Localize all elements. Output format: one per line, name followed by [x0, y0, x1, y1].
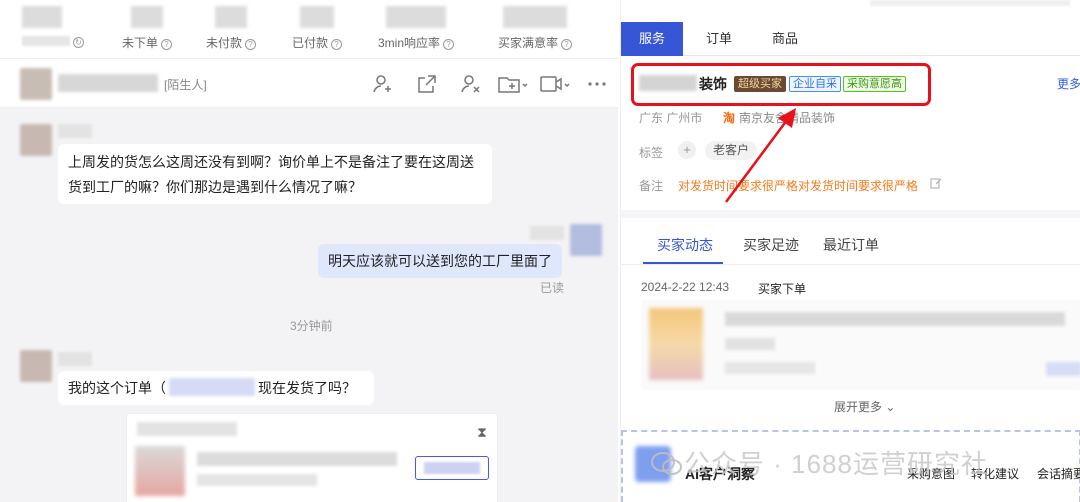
order-title	[137, 422, 237, 436]
activity-card[interactable]	[641, 300, 1080, 390]
ai-chip-session-summary[interactable]: 会话摘要	[1037, 465, 1080, 482]
time-divider: 3分钟前	[290, 319, 333, 333]
seller-name	[530, 226, 564, 240]
service-tabs: 服务 订单 商品	[621, 22, 1080, 56]
stat-item[interactable]: 买家满意率?	[488, 0, 582, 51]
order-action-button[interactable]	[415, 456, 489, 480]
stats-bar: ↻ 未下单? 未付款? 已付款? 3min响应率? 买家满意率?	[0, 0, 620, 58]
add-contact-icon[interactable]	[370, 72, 396, 96]
message-text: 货到工厂的嘛？你们那边是遇到什么情况了嘛？	[68, 179, 362, 195]
tags-label: 标签	[639, 146, 664, 160]
video-call-icon[interactable]	[538, 72, 572, 96]
edit-note-icon[interactable]	[930, 177, 942, 192]
read-status: 已读	[540, 281, 565, 295]
message-bubble[interactable]: 我的这个订单（ 现在发货了吗？	[58, 371, 374, 405]
message-text: 我的这个订单（	[68, 380, 166, 396]
help-icon[interactable]: ?	[245, 39, 256, 50]
buyer-avatar[interactable]	[20, 124, 52, 156]
product-title	[197, 452, 397, 466]
stat-item[interactable]: 3min响应率?	[370, 0, 462, 51]
avatar[interactable]	[20, 68, 52, 100]
tab-service[interactable]: 服务	[621, 22, 683, 56]
chat-header: [陌生人]	[0, 58, 618, 108]
note-label: 备注	[639, 179, 664, 193]
product-thumbnail[interactable]	[135, 446, 185, 496]
tab-products[interactable]: 商品	[761, 22, 809, 56]
stat-item[interactable]: 未付款?	[196, 0, 266, 51]
message-text: 明天应该就可以送到您的工厂里面了	[328, 253, 552, 269]
stat-item[interactable]: 未下单?	[112, 0, 182, 51]
customer-info-panel: 服务 订单 商品 装饰 超级买家 企业自采 采购意愿高 更多 广东 广州市 淘南…	[620, 0, 1080, 502]
expand-more-button[interactable]: 展开更多 ⌄	[834, 398, 895, 415]
activity-time: 2024-2-22 12:43	[641, 280, 730, 294]
buyer-name	[58, 124, 92, 138]
tab-orders[interactable]: 订单	[695, 22, 743, 56]
buyer-name	[58, 352, 92, 366]
refresh-icon[interactable]: ↻	[73, 37, 84, 48]
tag-chip[interactable]: 老客户	[705, 141, 758, 160]
buyer-profile: 装饰 超级买家 企业自采 采购意愿高 更多 广东 广州市 淘南京友舍精品装饰 标…	[621, 57, 1080, 207]
ai-icon	[635, 446, 671, 482]
ai-insight-section: AI客户洞察 采购意图 转化建议 会话摘要	[621, 430, 1080, 502]
contact-relation-tag: [陌生人]	[164, 78, 207, 92]
order-card[interactable]: ⧗	[126, 413, 498, 502]
stat-label: 3min响应率	[377, 36, 440, 50]
activity-event: 买家下单	[758, 282, 807, 296]
message-text: 现在发货了吗？	[258, 380, 356, 396]
stat-label: 买家满意率	[497, 36, 558, 50]
transfer-contact-icon[interactable]	[458, 72, 484, 96]
product-thumbnail	[649, 308, 703, 380]
chat-panel: [陌生人] 上周发的货怎么这周还没有到啊？询价单上不是备注了要在这周送 货到工厂…	[0, 58, 618, 502]
expand-label: 展开更多	[834, 400, 883, 414]
more-options-icon[interactable]	[584, 72, 610, 96]
shop-name: 南京友舍精品装饰	[739, 111, 836, 125]
stat-label: 未下单	[121, 36, 158, 50]
ai-chip-conversion-advice[interactable]: 转化建议	[971, 465, 1019, 482]
help-icon[interactable]: ?	[331, 39, 342, 50]
message-text: 上周发的货怎么这周还没有到啊？询价单上不是备注了要在这周送	[68, 154, 474, 170]
message-bubble[interactable]: 上周发的货怎么这周还没有到啊？询价单上不是备注了要在这周送 货到工厂的嘛？你们那…	[58, 144, 492, 204]
chevron-down-icon: ⌄	[885, 400, 896, 414]
section-divider	[621, 210, 1080, 218]
stat-label: 已付款	[291, 36, 328, 50]
contact-name	[58, 74, 158, 92]
seller-avatar[interactable]	[570, 224, 602, 256]
share-icon[interactable]	[414, 72, 440, 96]
stat-label: 未付款	[205, 36, 242, 50]
stat-item[interactable]: 已付款?	[282, 0, 352, 51]
active-tab-indicator	[643, 262, 723, 264]
tab-buyer-activity[interactable]: 买家动态	[657, 235, 713, 255]
order-number[interactable]	[169, 378, 255, 396]
hourglass-icon: ⧗	[477, 424, 487, 440]
more-link[interactable]: 更多	[1057, 75, 1080, 92]
highlight-box	[631, 63, 931, 106]
activity-tabs: 买家动态 买家足迹 最近订单	[621, 225, 1080, 265]
top-toolbar-blurred	[870, 0, 1070, 6]
help-icon[interactable]: ?	[561, 39, 572, 50]
buyer-location: 广东 广州市	[639, 111, 703, 125]
stat-item[interactable]: ↻	[22, 0, 84, 48]
help-icon[interactable]: ?	[161, 39, 172, 50]
taobao-icon: 淘	[723, 111, 736, 125]
message-bubble[interactable]: 明天应该就可以送到您的工厂里面了	[318, 244, 562, 278]
ai-insight-title: AI客户洞察	[685, 466, 755, 482]
ai-chip-purchase-intent[interactable]: 采购意图	[907, 465, 955, 482]
note-text: 对发货时间要求很严格对发货时间要求很严格	[678, 179, 919, 193]
buyer-shop[interactable]: 淘南京友舍精品装饰	[723, 109, 835, 126]
product-spec	[197, 474, 317, 486]
add-tag-button[interactable]: +	[678, 141, 696, 159]
buyer-avatar[interactable]	[20, 350, 52, 382]
tab-buyer-footprint[interactable]: 买家足迹	[743, 235, 799, 255]
tab-recent-orders[interactable]: 最近订单	[823, 235, 879, 255]
help-icon[interactable]: ?	[443, 39, 454, 50]
folder-add-icon[interactable]	[496, 72, 530, 96]
